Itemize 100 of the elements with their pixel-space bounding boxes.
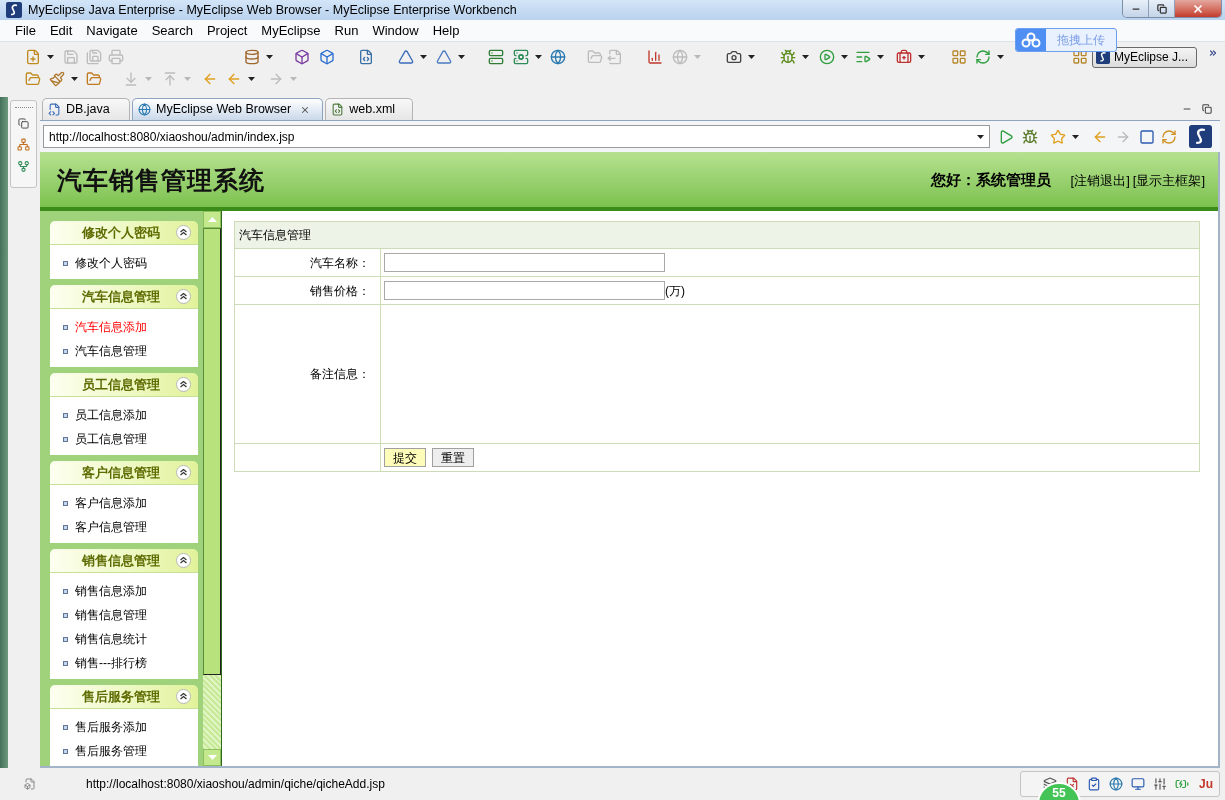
input-field[interactable] [384, 253, 665, 272]
triangle-icon[interactable] [436, 49, 452, 65]
play-list-icon[interactable] [855, 49, 871, 65]
sidebar-link[interactable]: 售后服务管理 [75, 742, 147, 760]
tray-label[interactable]: Ju [1199, 775, 1213, 793]
sidebar-link[interactable]: 汽车信息添加 [75, 318, 147, 336]
scrollbar-thumb[interactable] [203, 228, 221, 675]
dropdown-caret-icon[interactable] [841, 55, 848, 59]
brush-icon[interactable] [49, 71, 65, 87]
collapse-icon[interactable] [176, 465, 191, 480]
panel-header[interactable]: 销售信息管理 [50, 549, 198, 573]
menu-item[interactable]: Project [199, 24, 255, 37]
sidebar-link[interactable]: 员工信息管理 [75, 430, 147, 448]
collapse-icon[interactable] [176, 377, 191, 392]
input-field[interactable] [384, 281, 665, 300]
editor-tab[interactable]: web.xml [325, 98, 414, 120]
stop-icon[interactable] [1139, 128, 1155, 145]
sidebar-link[interactable]: 销售信息管理 [75, 606, 147, 624]
menu-item[interactable]: Window [365, 24, 426, 37]
menu-item[interactable]: MyEclipse [254, 24, 328, 37]
bug-icon[interactable] [780, 49, 796, 65]
menu-item[interactable]: Help [425, 24, 467, 37]
menu-item[interactable]: Search [144, 24, 200, 37]
dropdown-caret-icon[interactable] [877, 55, 884, 59]
sidebar-link[interactable]: 员工信息添加 [75, 406, 147, 424]
star-icon[interactable] [1050, 128, 1066, 145]
vertical-scrollbar[interactable] [203, 211, 222, 766]
dropdown-caret-icon[interactable] [802, 55, 809, 59]
collapse-icon[interactable] [176, 553, 191, 568]
camera-icon[interactable] [726, 49, 742, 65]
new-file-icon[interactable] [25, 49, 41, 65]
editor-tab[interactable]: DB.java [42, 98, 130, 120]
cube-icon[interactable] [319, 49, 335, 65]
globe-icon[interactable] [1109, 777, 1123, 791]
grid-icon[interactable] [951, 49, 967, 65]
sliders-icon[interactable] [1153, 777, 1167, 791]
code-file-icon[interactable] [358, 49, 374, 65]
menu-item[interactable]: Run [327, 24, 366, 37]
header-link[interactable]: [显示主框架] [1132, 170, 1205, 191]
dropdown-caret-icon[interactable] [1072, 134, 1079, 139]
url-field[interactable]: http://localhost:8080/xiaoshou/admin/index.jsp [43, 125, 990, 148]
form-button[interactable]: 重置 [432, 448, 474, 467]
panel-header[interactable]: 员工信息管理 [50, 373, 198, 397]
collapse-icon[interactable] [176, 289, 191, 304]
dropdown-caret-icon[interactable] [71, 77, 78, 81]
menu-item[interactable]: Navigate [79, 24, 145, 37]
collapse-icon[interactable] [176, 225, 191, 240]
menu-item[interactable]: File [8, 24, 43, 37]
database-icon[interactable] [244, 49, 260, 65]
dropdown-caret-icon[interactable] [47, 55, 54, 59]
refresh-icon[interactable] [975, 49, 991, 65]
form-button[interactable]: 提交 [384, 448, 426, 467]
bar-chart-icon[interactable] [647, 49, 663, 65]
sidebar-link[interactable]: 销售信息添加 [75, 582, 147, 600]
run-icon[interactable] [819, 49, 835, 65]
open-perspective-icon[interactable] [1072, 49, 1088, 65]
dropdown-caret-icon[interactable] [248, 77, 255, 81]
refresh-icon[interactable] [1161, 128, 1177, 145]
cube-icon[interactable] [294, 49, 310, 65]
dropdown-caret-icon[interactable] [748, 55, 755, 59]
restore-icon[interactable] [1202, 103, 1212, 114]
dropdown-caret-icon[interactable] [266, 55, 273, 59]
battery-icon[interactable] [1175, 777, 1189, 791]
close-icon[interactable] [300, 104, 311, 115]
hierarchy-icon[interactable] [17, 138, 30, 151]
more-chevron-icon[interactable] [1208, 48, 1218, 58]
server-icon[interactable] [488, 49, 504, 65]
run-icon[interactable] [998, 128, 1014, 145]
dropdown-caret-icon[interactable] [977, 134, 984, 139]
menu-item[interactable]: Edit [42, 24, 80, 37]
sidebar-link[interactable]: 售后服务添加 [75, 718, 147, 736]
dropdown-caret-icon[interactable] [535, 55, 542, 59]
tree-icon[interactable] [17, 160, 30, 173]
dropdown-caret-icon[interactable] [458, 55, 465, 59]
panel-header[interactable]: 汽车信息管理 [50, 285, 198, 309]
sidebar-link[interactable]: 汽车信息管理 [75, 342, 147, 360]
sidebar-link[interactable]: 客户信息管理 [75, 518, 147, 536]
panel-header[interactable]: 客户信息管理 [50, 461, 198, 485]
editor-tab[interactable]: MyEclipse Web Browser [132, 98, 324, 120]
folder-icon[interactable] [25, 71, 41, 87]
panel-header[interactable]: 修改个人密码 [50, 221, 198, 245]
bug-icon[interactable] [1022, 128, 1038, 145]
perspective-button[interactable]: MyEclipse J... [1092, 46, 1197, 68]
dropdown-caret-icon[interactable] [918, 55, 925, 59]
globe-icon[interactable] [550, 49, 566, 65]
toolbox-icon[interactable] [896, 49, 912, 65]
dropdown-caret-icon[interactable] [997, 55, 1004, 59]
triangle-icon[interactable] [398, 49, 414, 65]
restore-icon[interactable] [18, 118, 29, 129]
clipboard-check-icon[interactable] [1087, 777, 1101, 791]
monitor-icon[interactable] [1131, 777, 1145, 791]
collapse-icon[interactable] [176, 689, 191, 704]
panel-header[interactable]: 售后服务管理 [50, 685, 198, 709]
header-link[interactable]: [注销退出] [1070, 170, 1130, 191]
dropdown-caret-icon[interactable] [420, 55, 427, 59]
sidebar-link[interactable]: 销售---排行榜 [75, 654, 147, 672]
folder-icon[interactable] [86, 71, 102, 87]
sidebar-link[interactable]: 销售信息统计 [75, 630, 147, 648]
restore-button[interactable] [1149, 0, 1175, 17]
close-button[interactable] [1175, 0, 1221, 17]
